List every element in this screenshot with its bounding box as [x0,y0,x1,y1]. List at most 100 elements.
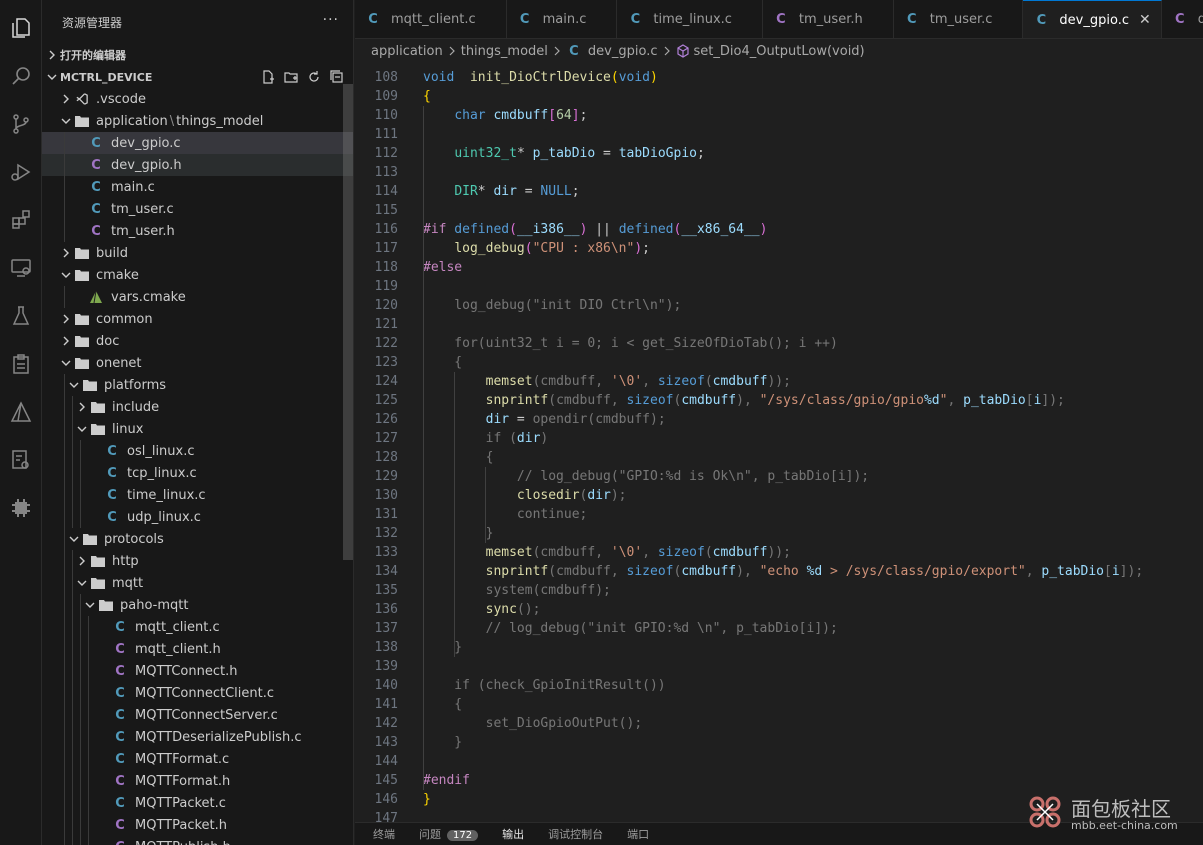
editor-tab[interactable]: Ctm_user.h [763,0,894,38]
tab-terminal[interactable]: 终端 [373,826,395,842]
code-editor[interactable]: 108 void init_DioCtrlDevice(void) 109{110 … [355,68,1203,822]
tree-file[interactable]: Ctm_user.h [42,220,353,242]
tree-folder[interactable]: application \ things_model [42,110,353,132]
close-icon[interactable]: ✕ [1139,12,1151,28]
new-folder-icon[interactable] [283,69,299,85]
tree-item-label: MQTTPacket.h [135,817,228,833]
indent-guide [80,814,81,836]
breadcrumb-file[interactable]: dev_gpio.c [588,44,658,59]
tree-folder[interactable]: platforms [42,374,353,396]
editor-tab[interactable]: Ctm_user.c [894,0,1024,38]
tree-file[interactable]: Cmqtt_client.h [42,638,353,660]
tree-file[interactable]: Ctime_linux.c [42,484,353,506]
tree-file[interactable]: C MQTTDeserializePublish.c [42,726,353,748]
tree-folder[interactable]: include [42,396,353,418]
sidebar-scrollbar[interactable] [343,84,353,560]
new-file-icon[interactable] [260,69,276,85]
project-header[interactable]: MCTRL_DEVICE [42,66,353,88]
tab-output[interactable]: 输出 [502,826,524,842]
tree-file[interactable]: Cosl_linux.c [42,440,353,462]
editor-tab[interactable]: Cdev_gpio.c ✕ [1023,0,1162,38]
code-line: 128 { [355,448,1203,467]
code-text: } [423,638,462,657]
tree-item-label: MQTTFormat.h [135,773,231,789]
indent-guide [80,704,81,726]
tree-file[interactable]: C MQTTConnectClient.c [42,682,353,704]
tree-folder[interactable]: build [42,242,353,264]
editor-tab[interactable]: Cdev_gpio.h [1162,0,1203,38]
tree-item-label: udp_linux.c [127,509,201,525]
tree-file[interactable]: Cmain.c [42,176,353,198]
chevron-down-icon [74,421,90,437]
tree-item-label: MQTTConnectServer.c [135,707,278,723]
tree-file[interactable]: Cudp_linux.c [42,506,353,528]
collapse-all-icon[interactable] [329,69,345,85]
tree-file[interactable]: C MQTTPublish.h [42,836,353,845]
run-debug-icon[interactable] [5,156,37,188]
clipboard-icon[interactable] [5,348,37,380]
code-token: = [509,412,533,427]
breadcrumb-folder[interactable]: things_model [461,44,548,59]
tree-folder[interactable]: onenet [42,352,353,374]
tree-folder[interactable]: paho-mqtt [42,594,353,616]
explorer-icon[interactable] [5,12,37,44]
more-actions-icon[interactable]: ··· [323,12,339,28]
tree-file[interactable]: C MQTTFormat.h [42,770,353,792]
code-token: ]); [1041,393,1065,408]
editor-tab[interactable]: Cmain.c [507,0,618,38]
tree-file[interactable]: C MQTTPacket.c [42,792,353,814]
source-control-icon[interactable] [5,108,37,140]
tree-folder[interactable]: http [42,550,353,572]
tree-folder[interactable]: cmake [42,264,353,286]
tree-file[interactable]: Cdev_gpio.h [42,154,353,176]
tree-folder[interactable]: doc [42,330,353,352]
code-token: 64 [556,108,572,123]
extensions-icon[interactable] [5,204,37,236]
tree-file[interactable]: Ctm_user.c [42,198,353,220]
code-token: log_debug("init DIO Ctrl\n"); [423,298,682,313]
tree-folder[interactable]: .vscode [42,88,353,110]
open-editors-header[interactable]: 打开的编辑器 [42,44,353,66]
indent-guide [72,748,73,770]
code-token: continue; [423,507,588,522]
tab-ports[interactable]: 端口 [627,826,649,842]
line-number: 139 [374,659,398,674]
tree-folder[interactable]: common [42,308,353,330]
code-token: %d [923,393,940,408]
editor-tab[interactable]: Cmqtt_client.c [355,0,507,38]
tree-file[interactable]: Cmqtt_client.c [42,616,353,638]
indent-guide [72,440,73,462]
code-token: )); [767,374,791,389]
tree-file[interactable]: C MQTTFormat.c [42,748,353,770]
indent-guide [72,682,73,704]
tree-file[interactable]: Cdev_gpio.c [42,132,353,154]
tree-file[interactable]: C MQTTConnect.h [42,660,353,682]
tab-debug-console[interactable]: 调试控制台 [548,826,603,842]
code-line: 142 set_DioGpioOutPut(); [355,714,1203,733]
code-line: 116 #if defined(__i386__) || defined(__x8… [355,220,1203,239]
chip-icon[interactable] [5,492,37,524]
folder-open-icon [98,597,114,613]
tree-file[interactable]: C MQTTPacket.h [42,814,353,836]
settings-sync-icon[interactable] [5,444,37,476]
indent-guide [64,286,65,308]
tree-folder[interactable]: linux [42,418,353,440]
refresh-icon[interactable] [306,69,322,85]
tree-folder[interactable]: protocols [42,528,353,550]
tree-item-label: osl_linux.c [127,443,195,459]
tree-file[interactable]: vars.cmake [42,286,353,308]
tree-file[interactable]: Ctcp_linux.c [42,462,353,484]
breadcrumb-folder[interactable]: application [371,44,443,59]
tab-problems[interactable]: 问题 172 [419,826,479,842]
remote-explorer-icon[interactable] [5,252,37,284]
indent-guide [72,572,73,594]
cmake-icon[interactable] [5,396,37,428]
tree-folder[interactable]: mqtt [42,572,353,594]
indent-guide [64,638,65,660]
watermark-url: mbb.eet-china.com [1071,819,1178,832]
search-icon[interactable] [5,60,37,92]
breadcrumb-symbol[interactable]: set_Dio4_OutputLow(void) [694,44,865,59]
editor-tab[interactable]: Ctime_linux.c [617,0,763,38]
tree-file[interactable]: C MQTTConnectServer.c [42,704,353,726]
testing-icon[interactable] [5,300,37,332]
